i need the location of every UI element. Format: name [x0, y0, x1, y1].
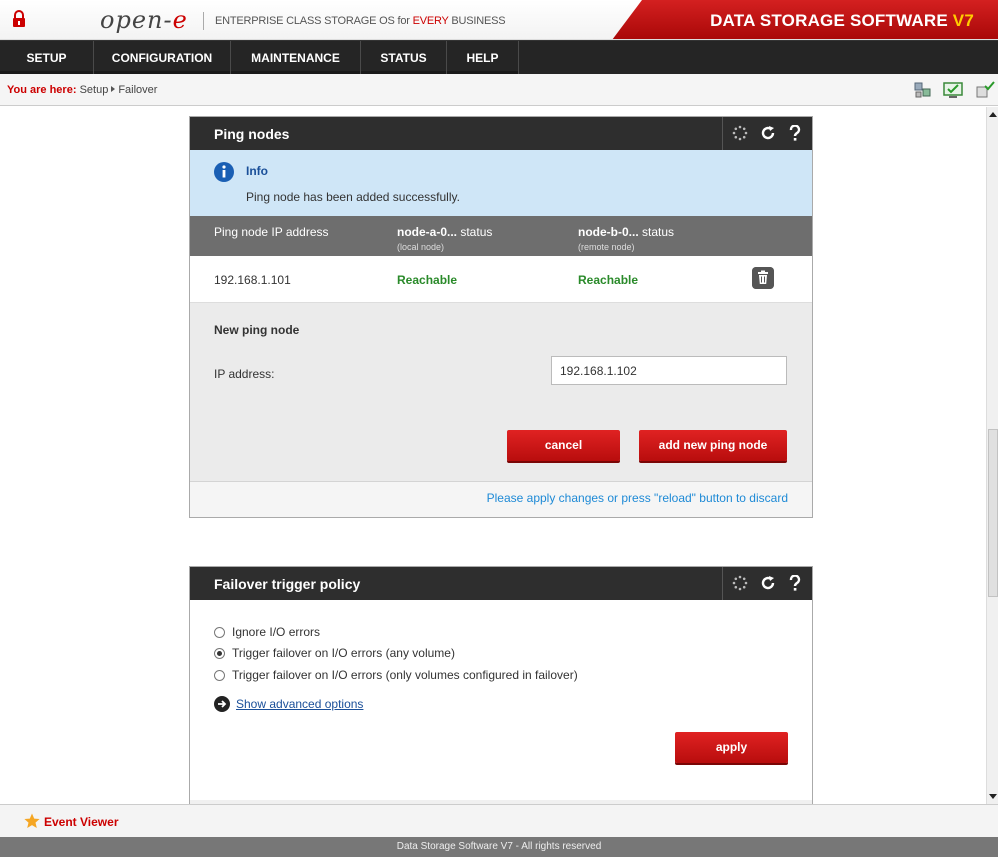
apply-changes-notice[interactable]: Please apply changes or press "reload" b… [487, 491, 788, 505]
nav-maintenance[interactable]: MAINTENANCE [231, 41, 361, 75]
scroll-down-arrow-icon[interactable] [988, 790, 998, 802]
info-message: Info Ping node has been added successful… [190, 150, 812, 216]
delete-trash-icon[interactable] [752, 267, 774, 289]
product-banner: DATA STORAGE SOFTWARE V7 [612, 0, 998, 39]
event-viewer-bar: Event Viewer [0, 804, 998, 837]
ip-address-input[interactable] [551, 356, 787, 385]
help-icon[interactable] [788, 575, 802, 591]
trigger-policy-header: Failover trigger policy [190, 567, 812, 600]
row-node-b-status: Reachable [578, 273, 639, 287]
option-trigger-failover-volumes[interactable]: Trigger failover on I/O errors (only vol… [214, 668, 578, 682]
main-nav: SETUP CONFIGURATION MAINTENANCE STATUS H… [0, 40, 998, 75]
product-name: DATA STORAGE SOFTWARE V7 [710, 11, 974, 30]
top-header: open-e ENTERPRISE CLASS STORAGE OS for E… [0, 0, 998, 40]
add-ping-node-button[interactable]: add new ping node [639, 430, 787, 461]
radio-button[interactable] [214, 669, 225, 681]
breadcrumb-failover[interactable]: Failover [118, 84, 157, 96]
content-area: Ping nodes Info Ping node has been added… [0, 107, 986, 804]
ping-table-header: Ping node IP address node-a-0... status(… [190, 216, 812, 256]
ip-address-label: IP address: [214, 367, 275, 381]
radio-button[interactable] [214, 626, 225, 638]
lock-icon [13, 10, 25, 27]
table-row: 192.168.1.101 Reachable Reachable [190, 256, 812, 303]
copyright-bar: Data Storage Software V7 - All rights re… [0, 837, 998, 857]
vertical-scrollbar[interactable] [986, 107, 998, 804]
network-icon[interactable] [913, 80, 933, 100]
nav-status[interactable]: STATUS [361, 41, 447, 75]
breadcrumb-bar: You are here: Setup Failover [0, 74, 998, 106]
breadcrumb-arrow-icon [111, 86, 116, 92]
option-trigger-any-volume[interactable]: Trigger failover on I/O errors (any volu… [214, 646, 455, 660]
nav-setup[interactable]: SETUP [0, 41, 94, 75]
info-text: Ping node has been added successfully. [246, 190, 460, 204]
event-viewer-link[interactable]: Event Viewer [44, 815, 118, 829]
loading-spinner-icon [732, 125, 748, 141]
cancel-button[interactable]: cancel [507, 430, 620, 461]
advanced-options: Show advanced options [214, 696, 363, 712]
nav-help[interactable]: HELP [447, 41, 519, 75]
panel-title: Failover trigger policy [214, 576, 361, 592]
loading-spinner-icon [732, 575, 748, 591]
col-ip: Ping node IP address [214, 225, 329, 239]
nav-configuration[interactable]: CONFIGURATION [94, 41, 231, 75]
scroll-thumb[interactable] [988, 429, 998, 597]
arrow-right-circle-icon[interactable] [214, 696, 230, 712]
monitor-check-icon[interactable] [943, 80, 963, 100]
ping-nodes-panel: Ping nodes Info Ping node has been added… [189, 116, 813, 518]
help-icon[interactable] [788, 125, 802, 141]
row-node-a-status: Reachable [397, 273, 458, 287]
breadcrumb-setup[interactable]: Setup [80, 84, 109, 96]
tagline-divider [203, 12, 204, 30]
device-check-icon[interactable] [975, 80, 995, 100]
tagline: ENTERPRISE CLASS STORAGE OS for EVERY BU… [215, 15, 506, 27]
info-title: Info [246, 164, 268, 178]
apply-button[interactable]: apply [675, 732, 788, 763]
option-ignore-io-errors[interactable]: Ignore I/O errors [214, 625, 320, 639]
new-ping-node-form: New ping node IP address: cancel add new… [190, 303, 812, 481]
col-node-a: node-a-0... status (local node) [397, 225, 493, 252]
reload-icon[interactable] [760, 575, 776, 591]
open-e-logo: open-e [100, 6, 188, 34]
trigger-policy-body: Ignore I/O errors Trigger failover on I/… [190, 600, 812, 800]
apply-footer: Please apply changes or press "reload" b… [190, 481, 812, 517]
reload-icon[interactable] [760, 125, 776, 141]
panel-title: Ping nodes [214, 126, 290, 142]
scroll-up-arrow-icon[interactable] [988, 109, 998, 121]
col-node-b: node-b-0... status (remote node) [578, 225, 675, 252]
show-advanced-options-link[interactable]: Show advanced options [236, 697, 363, 711]
radio-button-selected[interactable] [214, 647, 225, 659]
row-ip: 192.168.1.101 [214, 273, 291, 287]
failover-trigger-policy-panel: Failover trigger policy Ignore I/O error… [189, 566, 813, 804]
info-icon [214, 162, 234, 182]
form-title: New ping node [214, 323, 300, 337]
ping-nodes-header: Ping nodes [190, 117, 812, 150]
breadcrumb: You are here: Setup Failover [7, 84, 158, 96]
star-icon [24, 813, 40, 828]
